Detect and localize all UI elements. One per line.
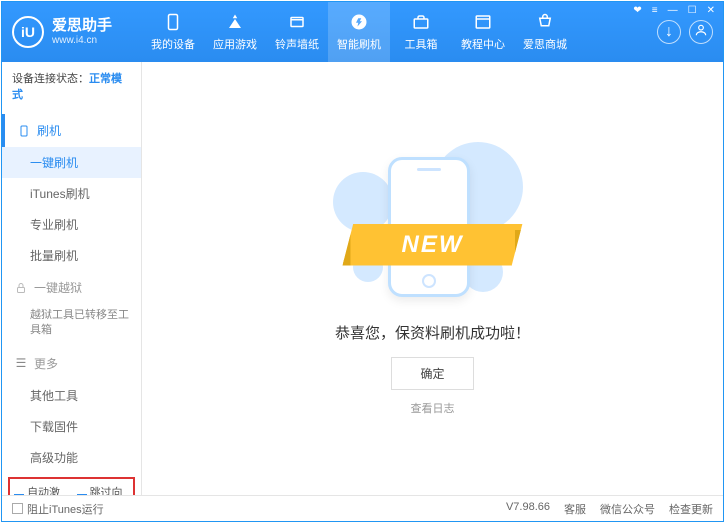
more-label: 更多 — [34, 355, 58, 372]
flash-icon — [349, 12, 369, 32]
toolbox-icon — [411, 12, 431, 32]
app-title: 爱思助手 — [52, 18, 112, 35]
success-illustration: NEW — [333, 142, 533, 302]
sidebar-group-jailbreak: 一键越狱 — [2, 271, 141, 304]
main-content: NEW 恭喜您，保资料刷机成功啦！ 确定 查看日志 — [142, 62, 723, 495]
options-highlighted: ✓ 自动激活 ✓ 跳过向导 — [8, 477, 135, 495]
cart-icon — [535, 12, 555, 32]
status-label: 设备连接状态： — [12, 73, 89, 85]
header: iU 爱思助手 www.i4.cn 我的设备 应用游戏 铃声墙纸 智能刷机 工具箱 教程中… — [2, 2, 723, 62]
checkbox-block-itunes[interactable] — [12, 503, 23, 514]
sidebar-tab-flash[interactable]: 刷机 — [2, 114, 141, 147]
ok-button[interactable]: 确定 — [391, 357, 473, 390]
nav-label: 爱思商城 — [523, 36, 567, 52]
download-icon: ↓ — [665, 23, 673, 41]
footer: 阻止iTunes运行 V7.98.66 客服 微信公众号 检查更新 — [2, 495, 723, 521]
nav-label: 铃声墙纸 — [275, 36, 319, 52]
app-url: www.i4.cn — [52, 35, 112, 46]
sidebar-item-2[interactable]: 专业刷机 — [2, 209, 141, 240]
apps-icon — [225, 12, 245, 32]
sidebar-tab-label: 刷机 — [37, 122, 61, 139]
more-icon: ☰ — [14, 356, 28, 370]
checkbox-auto-activate[interactable]: ✓ 自动激活 — [14, 484, 67, 495]
nav-label: 智能刷机 — [337, 36, 381, 52]
phone-icon — [163, 12, 183, 32]
phone-icon — [17, 124, 31, 138]
maximize-icon[interactable]: ☐ — [688, 5, 697, 16]
sidebar-item-3[interactable]: 批量刷机 — [2, 240, 141, 271]
nav-label: 我的设备 — [151, 36, 195, 52]
user-icon — [694, 23, 708, 42]
version-label: V7.98.66 — [506, 501, 550, 517]
nav-item-4[interactable]: 工具箱 — [390, 2, 452, 62]
fav-icon[interactable]: ❤ — [633, 5, 641, 16]
header-right: ↓ — [657, 20, 713, 44]
check-update-link[interactable]: 检查更新 — [669, 501, 713, 517]
nav-label: 教程中心 — [461, 36, 505, 52]
jailbreak-note: 越狱工具已转移至工具箱 — [2, 304, 141, 347]
connection-status: 设备连接状态：正常模式 — [2, 62, 141, 110]
book-icon — [473, 12, 493, 32]
user-button[interactable] — [689, 20, 713, 44]
logo-icon: iU — [12, 16, 44, 48]
minimize-icon[interactable]: — — [668, 5, 678, 16]
window-controls: ❤ ≡ — ☐ ✕ — [633, 5, 715, 16]
lock-icon — [14, 281, 28, 295]
close-icon[interactable]: ✕ — [707, 5, 715, 16]
sidebar-item-0[interactable]: 一键刷机 — [2, 147, 141, 178]
sidebar-more-item-2[interactable]: 高级功能 — [2, 442, 141, 473]
checkbox-label: 自动激活 — [27, 484, 66, 495]
nav-item-2[interactable]: 铃声墙纸 — [266, 2, 328, 62]
nav-item-0[interactable]: 我的设备 — [142, 2, 204, 62]
success-message: 恭喜您，保资料刷机成功啦！ — [335, 322, 530, 343]
nav-item-1[interactable]: 应用游戏 — [204, 2, 266, 62]
sidebar-more-item-0[interactable]: 其他工具 — [2, 380, 141, 411]
app-window: iU 爱思助手 www.i4.cn 我的设备 应用游戏 铃声墙纸 智能刷机 工具箱 教程中… — [1, 1, 724, 522]
music-icon — [287, 12, 307, 32]
download-button[interactable]: ↓ — [657, 20, 681, 44]
checkbox-skip-wizard[interactable]: ✓ 跳过向导 — [77, 484, 130, 495]
nav-item-5[interactable]: 教程中心 — [452, 2, 514, 62]
new-ribbon: NEW — [343, 224, 523, 266]
body: 设备连接状态：正常模式 刷机 一键刷机iTunes刷机专业刷机批量刷机 一键越狱… — [2, 62, 723, 495]
nav-label: 应用游戏 — [213, 36, 257, 52]
sidebar-more-item-1[interactable]: 下载固件 — [2, 411, 141, 442]
sidebar: 设备连接状态：正常模式 刷机 一键刷机iTunes刷机专业刷机批量刷机 一键越狱… — [2, 62, 142, 495]
menu-icon[interactable]: ≡ — [652, 5, 658, 16]
nav-item-3[interactable]: 智能刷机 — [328, 2, 390, 62]
wechat-link[interactable]: 微信公众号 — [600, 501, 655, 517]
customer-service-link[interactable]: 客服 — [564, 501, 586, 517]
jailbreak-label: 一键越狱 — [34, 279, 82, 296]
block-itunes-label: 阻止iTunes运行 — [27, 501, 104, 517]
logo: iU 爱思助手 www.i4.cn — [12, 16, 142, 48]
sidebar-item-1[interactable]: iTunes刷机 — [2, 178, 141, 209]
nav-item-6[interactable]: 爱思商城 — [514, 2, 576, 62]
sidebar-group-more[interactable]: ☰ 更多 — [2, 347, 141, 380]
view-log-link[interactable]: 查看日志 — [411, 400, 455, 416]
top-nav: 我的设备 应用游戏 铃声墙纸 智能刷机 工具箱 教程中心 爱思商城 — [142, 2, 657, 62]
nav-label: 工具箱 — [405, 36, 438, 52]
checkbox-label: 跳过向导 — [90, 484, 129, 495]
